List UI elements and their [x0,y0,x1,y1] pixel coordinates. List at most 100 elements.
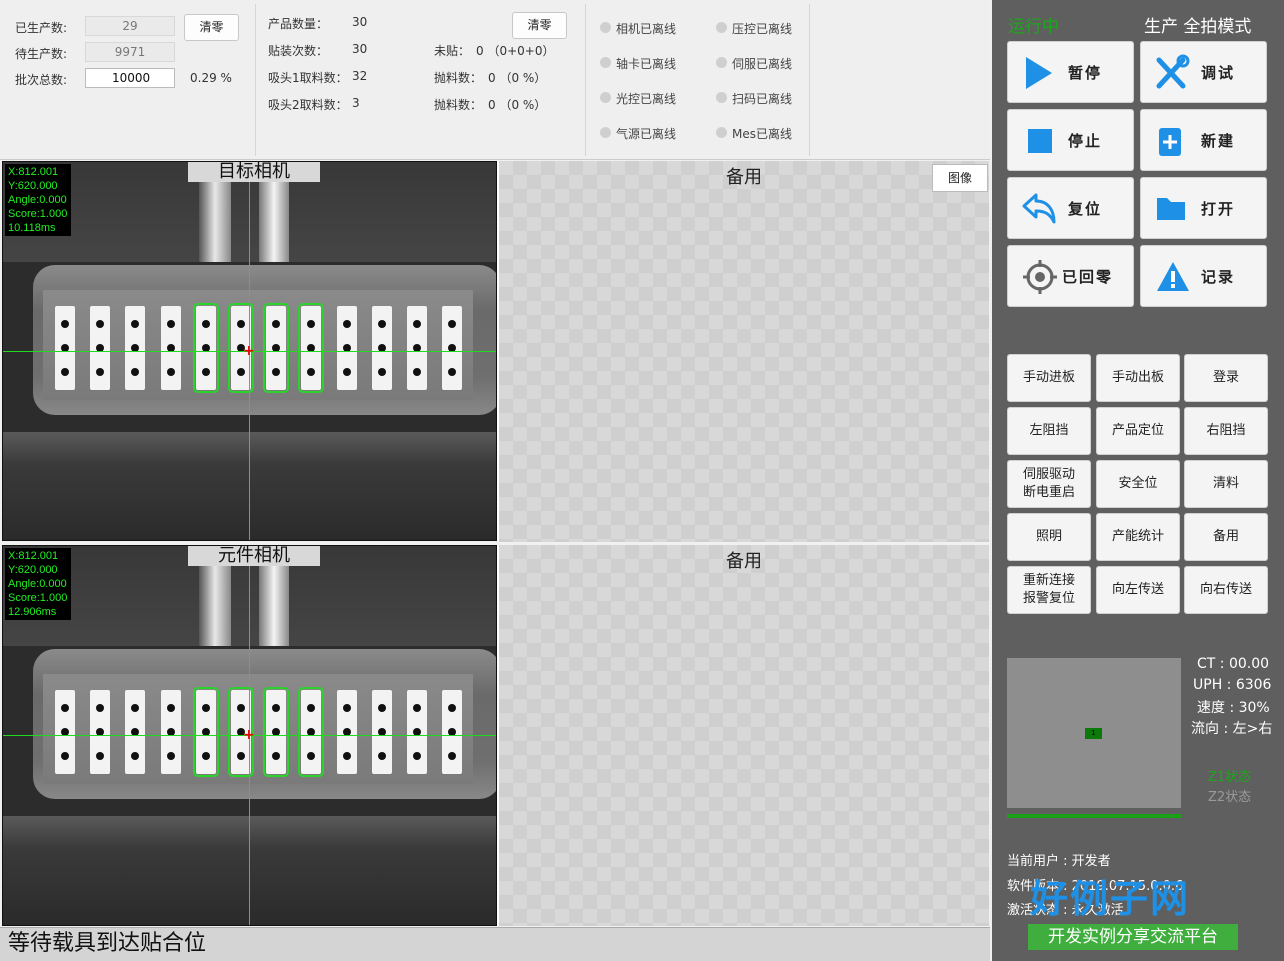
spare-button[interactable]: 备用 [1184,513,1268,561]
hole-icon [96,752,105,760]
part-camera-view[interactable]: + 元件相机 X:812.001 Y:620.000 Angle:0.000 Score:… [2,545,497,926]
component-slot [336,306,357,390]
clear-counter-button[interactable]: 清零 [184,14,239,41]
clear-material-button[interactable]: 清料 [1184,460,1268,508]
produced-field: 29 [85,16,175,36]
product-section: 产品数量： 30 清零 贴装次数： 30 未贴： 0 （0+0+0） 吸头1取料… [258,4,586,156]
uph-value: UPH : 6306 [1193,677,1272,693]
folder-icon [1157,198,1185,220]
mount-value: 30 [352,42,368,56]
hole-icon [272,752,281,760]
hole-icon [237,320,245,328]
overlay-line: Y:620.000 [8,180,58,192]
log-button[interactable]: 记录 [1140,245,1267,307]
component-slot [125,306,146,390]
new-file-icon [1159,128,1181,156]
hole-icon [237,752,245,760]
hole-icon [272,368,281,376]
component-slot [192,687,219,777]
spare-view-bottom: 备用 [497,545,989,926]
target-camera-view[interactable]: + 目标相机 X:812.001 Y:620.000 Angle:0.000 Score:… [2,161,497,541]
batch-label: 批次总数: [15,73,68,87]
reset-button[interactable]: 复位 [1007,177,1134,239]
unmounted-value: 0 （0+0+0） [476,44,555,58]
safe-position-button[interactable]: 安全位 [1096,460,1180,508]
overlay-line: Score:1.000 [8,208,68,220]
z1-status: Z1状态 [1208,770,1252,785]
convey-right-button[interactable]: 向右传送 [1184,566,1268,614]
component-slot [407,306,427,390]
carrier-marker: 1 [1085,728,1102,739]
hole-icon [272,704,281,712]
app-window: 已生产数: 29 清零 待生产数: 9971 批次总数: 10000 0.29 … [0,0,1284,961]
component-slot [407,690,427,774]
mount-label: 贴装次数： [268,44,329,58]
nozzle1-value: 32 [352,69,368,83]
status-dot-icon [716,92,727,103]
nozzle2-label: 吸头2取料数： [268,98,348,112]
spare-view-top: 备用 [497,161,989,542]
ct-value: CT : 00.00 [1197,656,1270,672]
measurement-overlay: X:812.001 Y:620.000 Angle:0.000 Score:1.000… [5,548,72,620]
component-slot [55,306,75,390]
image-button[interactable]: 图像 [932,164,988,192]
component-slot [298,303,325,393]
left-stop-button[interactable]: 左阻挡 [1007,407,1091,455]
remaining-label: 待生产数: [15,47,68,61]
pause-button[interactable]: 暂停 [1007,41,1134,103]
manual-in-button[interactable]: 手动进板 [1007,354,1091,402]
overlay-line: Y:620.000 [8,564,58,576]
component-slot [90,306,111,390]
hole-icon [166,704,175,712]
warning-icon [1157,262,1189,291]
status-camera: 相机已离线 [600,20,676,37]
servo-restart-button[interactable]: 伺服驱动 断电重启 [1007,460,1091,508]
hole-icon [377,368,386,376]
hole-icon [96,704,105,712]
hole-icon [131,704,140,712]
debug-button[interactable]: 调试 [1140,41,1267,103]
clear-product-button[interactable]: 清零 [512,12,567,39]
hole-icon [413,368,421,376]
lighting-button[interactable]: 照明 [1007,513,1091,561]
status-dot-icon [600,22,611,33]
watermark-logo: 好例子网 [1030,877,1191,921]
capacity-stats-button[interactable]: 产能统计 [1096,513,1180,561]
info-panel: 已生产数: 29 清零 待生产数: 9971 批次总数: 10000 0.29 … [0,0,990,160]
batch-total-input[interactable]: 10000 [85,68,175,88]
new-button[interactable]: 新建 [1140,109,1267,171]
login-button[interactable]: 登录 [1184,354,1268,402]
qty-value: 30 [352,15,368,29]
hole-icon [96,320,105,328]
component-slot [263,687,290,777]
stop-button[interactable]: 停止 [1007,109,1134,171]
product-locate-button[interactable]: 产品定位 [1096,407,1180,455]
status-scanner: 扫码已离线 [716,90,792,107]
batch-percent: 0.29 % [190,71,232,85]
hole-icon [448,752,457,760]
hole-icon [201,320,210,328]
status-bar: 等待载具到达贴合位 [0,927,990,961]
hole-icon [61,368,69,376]
component-slot [55,690,75,774]
open-button[interactable]: 打开 [1140,177,1267,239]
run-state: 运行中 [1008,17,1059,37]
hole-icon [131,752,140,760]
manual-out-button[interactable]: 手动出板 [1096,354,1180,402]
homed-button[interactable]: 已回零 [1007,245,1134,307]
overlay-line: 12.906ms [8,606,57,618]
convey-left-button[interactable]: 向左传送 [1096,566,1180,614]
component-slot [371,306,392,390]
status-mes: Mes已离线 [716,125,792,142]
center-mark-icon: + [243,343,255,359]
hole-icon [307,320,316,328]
component-slot [192,303,219,393]
undo-icon [1022,193,1056,224]
status-dot-icon [600,127,611,138]
reconnect-reset-button[interactable]: 重新连接 报警复位 [1007,566,1091,614]
hole-icon [342,752,351,760]
hole-icon [377,704,386,712]
hole-icon [377,752,386,760]
hole-icon [201,752,210,760]
right-stop-button[interactable]: 右阻挡 [1184,407,1268,455]
